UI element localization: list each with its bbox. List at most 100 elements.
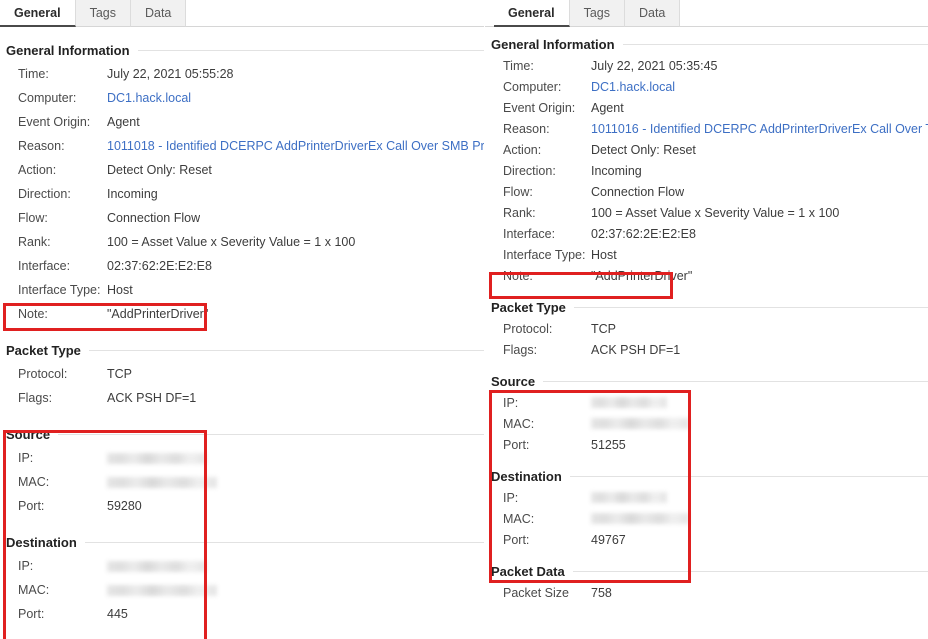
row-key: Rank: [503,205,536,220]
tab-label: General [14,5,61,20]
row-value: 02:37:62:2E:E2:E8 [591,226,696,241]
tabbar-filler [680,0,928,27]
row-value: 445 [107,607,128,621]
row-interface: Interface: 02:37:62:2E:E2:E8 [0,254,485,278]
row-action: Action: Detect Only: Reset [485,139,928,160]
row-value: Host [107,283,133,297]
row-flow: Flow: Connection Flow [0,206,485,230]
section-header-packet-type: Packet Type [491,296,928,318]
row-time: Time: July 22, 2021 05:55:28 [0,62,485,86]
section-rule [622,43,928,45]
row-destination-mac: MAC: [485,508,928,529]
row-key: Port: [503,437,530,452]
row-flags: Flags: ACK PSH DF=1 [0,386,485,410]
row-key: Protocol: [503,321,553,336]
row-key: Computer: [18,91,77,105]
row-value: Agent [591,100,624,115]
row-event-origin: Event Origin: Agent [485,97,928,118]
tabbar-left: General Tags Data [0,0,485,27]
row-key: Interface: [18,259,71,273]
row-value: July 22, 2021 05:35:45 [591,58,718,73]
row-value-link[interactable]: 1011016 - Identified DCERPC AddPrinterDr… [591,122,928,136]
section-rule [543,380,928,382]
tab-tags-left[interactable]: Tags [75,0,131,27]
row-key: Port: [18,607,45,621]
section-header-destination: Destination [6,530,485,554]
redacted-value-icon [107,584,217,596]
section-title: Packet Type [491,299,566,315]
event-details-panel-left: General Tags Data General Information Ti… [0,0,485,639]
row-key: Note: [503,268,533,283]
row-key: Reason: [503,121,550,136]
row-protocol: Protocol: TCP [485,318,928,339]
panel-content-left: General Information Time: July 22, 2021 … [0,27,485,626]
row-value: Detect Only: Reset [107,163,212,177]
row-value: 51255 [591,437,626,452]
row-event-origin: Event Origin: Agent [0,110,485,134]
row-value-link[interactable]: DC1.hack.local [107,91,191,105]
row-value: Incoming [591,163,642,178]
tabbar-right: General Tags Data [485,0,928,27]
row-key: Rank: [18,235,51,249]
event-details-panel-right: General Tags Data General Information Ti… [485,0,928,639]
row-key: IP: [503,395,519,410]
row-value: TCP [107,367,132,381]
redacted-value-icon [591,418,689,429]
row-source-mac: MAC: [485,413,928,434]
section-title: Destination [6,534,77,550]
tab-data-right[interactable]: Data [624,0,681,27]
row-direction: Direction: Incoming [0,182,485,206]
row-destination-ip: IP: [485,487,928,508]
row-key: MAC: [18,475,50,489]
row-interface: Interface: 02:37:62:2E:E2:E8 [485,223,928,244]
tab-data-left[interactable]: Data [130,0,187,27]
section-rule [137,49,485,51]
section-title: General Information [6,42,130,58]
row-value-link[interactable]: DC1.hack.local [591,80,675,94]
row-source-ip: IP: [0,446,485,470]
section-title: Source [491,373,536,389]
row-source-mac: MAC: [0,470,485,494]
row-key: Port: [18,499,45,513]
row-flags: Flags: ACK PSH DF=1 [485,339,928,360]
row-key: Computer: [503,79,562,94]
row-reason: Reason: 1011016 - Identified DCERPC AddP… [485,118,928,139]
section-header-packet-type: Packet Type [6,338,485,362]
row-value: Agent [107,115,140,129]
tab-general-right[interactable]: General [494,0,570,27]
row-key: Flags: [18,391,53,405]
row-value: TCP [591,321,616,336]
row-value-link[interactable]: 1011018 - Identified DCERPC AddPrinterDr… [107,139,485,153]
row-key: Interface Type: [503,247,586,262]
row-key: Time: [18,67,49,81]
row-key: IP: [503,490,519,505]
section-title: Packet Data [491,563,565,579]
row-key: Packet Size [503,585,570,600]
row-key: Reason: [18,139,65,153]
tab-tags-right[interactable]: Tags [569,0,625,27]
row-key: Interface Type: [18,283,101,297]
row-value: ACK PSH DF=1 [591,342,681,357]
row-value: July 22, 2021 05:55:28 [107,67,234,81]
row-key: Flags: [503,342,538,357]
row-key: Action: [503,142,542,157]
row-packet-size: Packet Size 758 [485,582,928,603]
row-value: 100 = Asset Value x Severity Value = 1 x… [107,235,356,249]
section-rule [569,475,928,477]
section-rule [88,349,485,351]
redacted-value-icon [591,492,667,503]
row-key: IP: [18,559,34,573]
row-computer: Computer: DC1.hack.local [485,76,928,97]
redacted-value-icon [591,397,667,408]
row-key: Port: [503,532,530,547]
row-source-ip: IP: [485,392,928,413]
row-key: Flow: [503,184,533,199]
row-note: Note: "AddPrinterDriver" [485,265,928,286]
row-rank: Rank: 100 = Asset Value x Severity Value… [485,202,928,223]
row-value: 59280 [107,499,142,513]
redacted-value-icon [107,476,217,488]
tab-general-left[interactable]: General [0,0,76,27]
row-value: Incoming [107,187,158,201]
row-destination-port: Port: 49767 [485,529,928,550]
row-key: MAC: [18,583,50,597]
